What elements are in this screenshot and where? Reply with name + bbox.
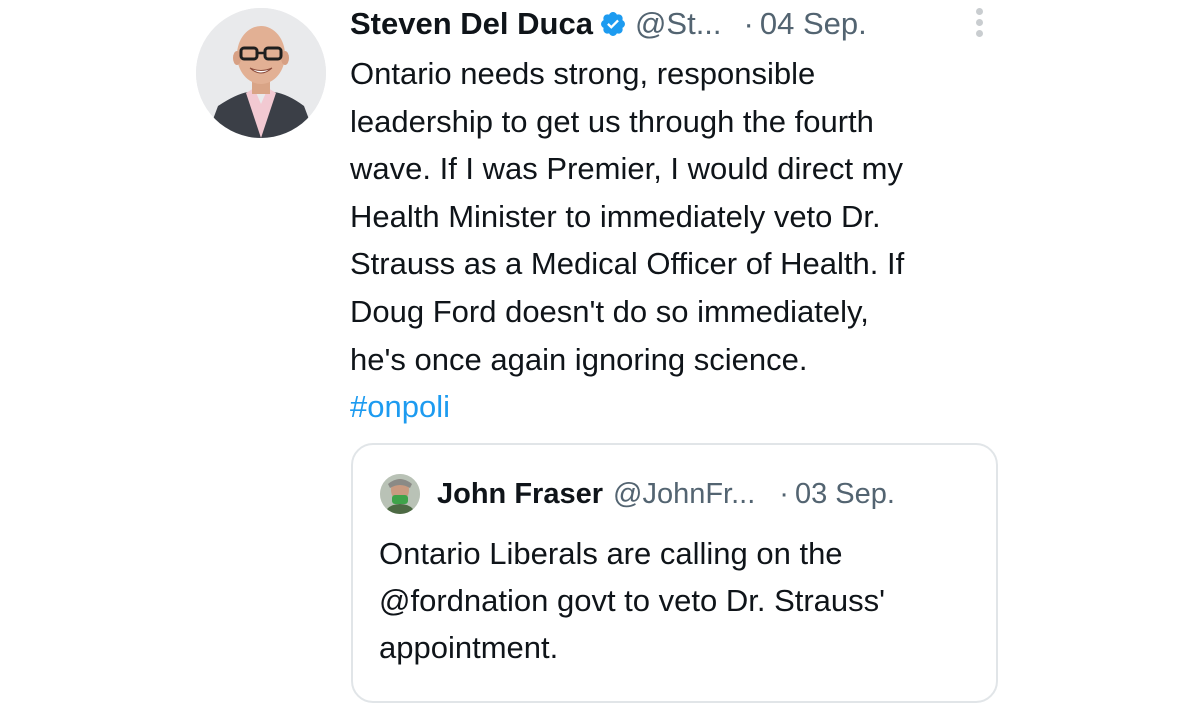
author-name[interactable]: Steven Del Duca: [350, 6, 593, 42]
tweet-text-line: Health Minister to immediately veto Dr.: [350, 198, 881, 234]
tweet-text: Ontario needs strong, responsible leader…: [350, 50, 1010, 431]
quoted-author-name: John Fraser: [437, 477, 603, 510]
quoted-tweet-header: John Fraser @JohnFr... · 03 Sep.: [437, 473, 895, 515]
quoted-author-avatar-image: [380, 474, 420, 514]
quoted-tweet-date: 03 Sep.: [794, 477, 895, 510]
quoted-author-handle: @JohnFr...: [613, 477, 756, 510]
author-avatar[interactable]: [196, 8, 326, 138]
header-separator: ·: [743, 6, 754, 41]
tweet-date[interactable]: 04 Sep.: [760, 6, 867, 42]
tweet[interactable]: Steven Del Duca @St... · 04 Sep. Ontario…: [0, 0, 1200, 703]
tweet-text-line: Ontario needs strong, responsible: [350, 56, 816, 91]
tweet-header: Steven Del Duca @St... · 04 Sep.: [350, 0, 867, 48]
quoted-text-line: appointment.: [379, 630, 559, 665]
author-handle[interactable]: @St...: [635, 6, 722, 42]
author-avatar-image: [196, 8, 326, 138]
quoted-author-avatar[interactable]: [380, 474, 420, 514]
tweet-text-line: Doug Ford doesn't do so immediately,: [350, 293, 869, 329]
hashtag-link[interactable]: #onpoli: [350, 383, 1010, 431]
tweet-text-line: leadership to get us through the fourth: [350, 103, 874, 139]
more-options-icon[interactable]: [968, 6, 992, 40]
quoted-tweet-text: Ontario Liberals are calling on the @for…: [379, 530, 989, 671]
quoted-text-line: @fordnation govt to veto Dr. Strauss': [379, 583, 886, 618]
verified-badge-icon: [599, 10, 627, 38]
tweet-text-line: Strauss as a Medical Officer of Health. …: [350, 246, 905, 282]
tweet-text-line: he's once again ignoring science.: [350, 341, 808, 377]
tweet-text-line: wave. If I was Premier, I would direct m…: [350, 151, 904, 187]
quoted-text-line: Ontario Liberals are calling on the: [379, 536, 843, 571]
quoted-header-separator: ·: [779, 477, 789, 510]
quoted-tweet[interactable]: John Fraser @JohnFr... · 03 Sep. Ontario…: [351, 443, 998, 703]
